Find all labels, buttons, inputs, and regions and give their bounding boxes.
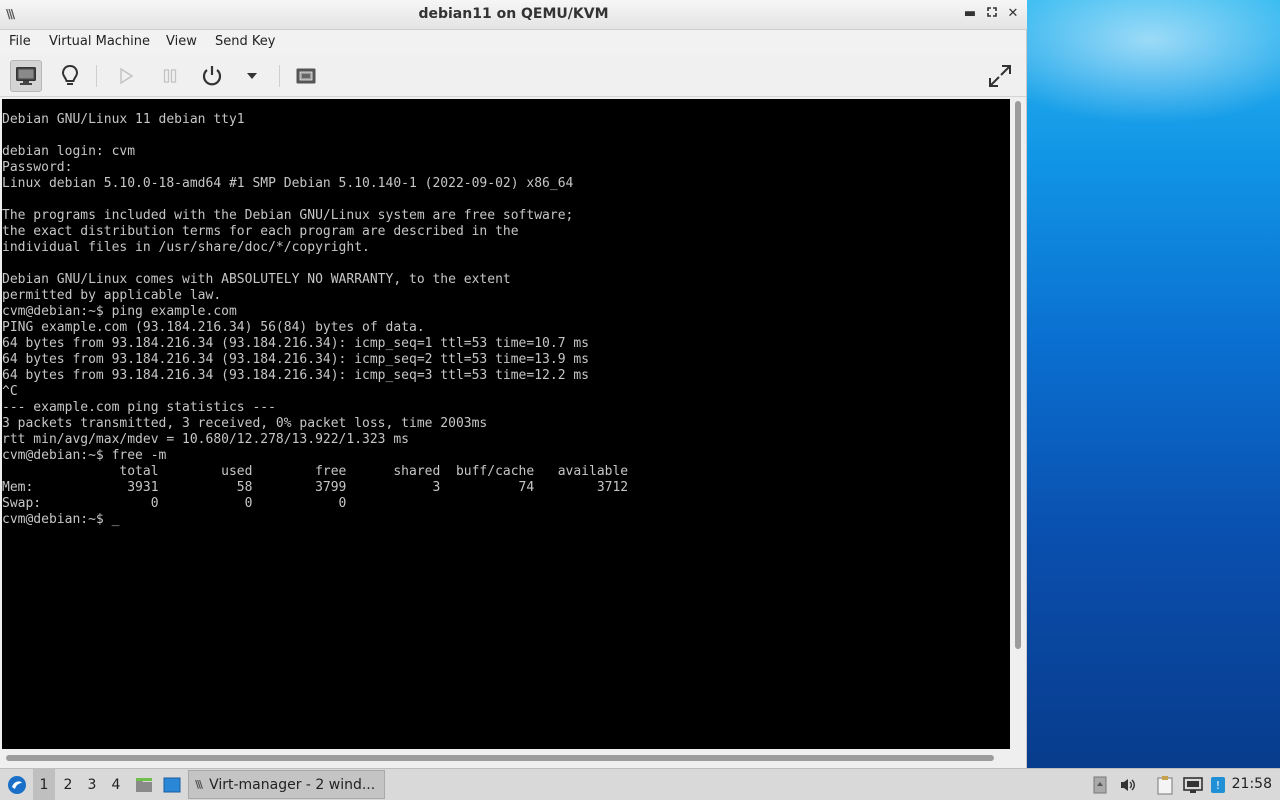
console-view-button[interactable] (10, 60, 42, 92)
menu-bar: File Virtual Machine View Send Key (0, 30, 1026, 55)
task-label: Virt-manager - 2 wind... (209, 776, 376, 793)
console-line: Password: (2, 160, 73, 175)
show-desktop-button[interactable] (161, 769, 183, 800)
console-line: 64 bytes from 93.184.216.34 (93.184.216.… (2, 368, 589, 383)
console-line: Swap: 0 0 0 (2, 496, 347, 511)
console-line: permitted by applicable law. (2, 288, 222, 303)
console-line: total used free shared buff/cache availa… (2, 464, 629, 479)
window-title: debian11 on QEMU/KVM (418, 6, 609, 22)
power-icon (202, 66, 222, 86)
horizontal-scrollbar[interactable] (2, 752, 1010, 762)
virt-manager-icon: \\\ (195, 778, 203, 791)
volume-icon[interactable] (1118, 769, 1138, 800)
workspace-2[interactable]: 2 (57, 769, 79, 800)
snapshots-button[interactable] (290, 60, 322, 92)
console-line: cvm@debian:~$ ping example.com (2, 304, 237, 319)
close-icon[interactable]: ✕ (1003, 4, 1023, 24)
title-bar[interactable]: \\\ debian11 on QEMU/KVM ▬ ✕ (0, 0, 1027, 30)
menu-view[interactable]: View (166, 34, 197, 49)
vertical-scrollbar-thumb[interactable] (1015, 101, 1021, 649)
console-line: PING example.com (93.184.216.34) 56(84) … (2, 320, 425, 335)
console-line: cvm@debian:~$ _ (2, 512, 120, 527)
horizontal-scrollbar-thumb[interactable] (6, 755, 994, 761)
console-line: The programs included with the Debian GN… (2, 208, 574, 223)
console-line: 64 bytes from 93.184.216.34 (93.184.216.… (2, 352, 589, 367)
console-line: Debian GNU/Linux comes with ABSOLUTELY N… (2, 272, 511, 287)
console-line: 64 bytes from 93.184.216.34 (93.184.216.… (2, 336, 589, 351)
pause-button[interactable] (154, 60, 186, 92)
run-button[interactable] (110, 60, 142, 92)
console-line: cvm@debian:~$ free -m (2, 448, 167, 463)
shutdown-button[interactable] (196, 60, 228, 92)
details-button[interactable] (54, 60, 86, 92)
fullscreen-button[interactable] (984, 60, 1016, 92)
console-line: Debian GNU/Linux 11 debian tty1 (2, 112, 245, 127)
file-manager-launcher[interactable] (133, 769, 155, 800)
vertical-scrollbar[interactable] (1013, 99, 1023, 749)
console-line: the exact distribution terms for each pr… (2, 224, 519, 239)
vm-console-display[interactable]: Debian GNU/Linux 11 debian tty1 debian l… (2, 99, 1010, 749)
minimize-icon[interactable]: ▬ (960, 4, 980, 24)
dropdown-arrow-icon (247, 73, 257, 79)
folder-icon (136, 777, 152, 792)
lxqt-logo-icon (8, 775, 26, 794)
console-line: debian login: cvm (2, 144, 136, 159)
tray-menu-icon[interactable] (1090, 769, 1110, 800)
console-line: --- example.com ping statistics --- (2, 400, 276, 415)
start-menu-button[interactable] (4, 769, 30, 800)
clock[interactable]: 21:58 (1232, 776, 1272, 792)
svg-text:!: ! (1216, 779, 1220, 792)
network-icon[interactable] (1182, 769, 1204, 800)
console-text: Debian GNU/Linux 11 debian tty1 debian l… (2, 99, 1010, 528)
play-icon (120, 67, 134, 85)
pause-icon (163, 69, 177, 83)
console-line: ^C (2, 384, 18, 399)
menu-file[interactable]: File (9, 34, 31, 49)
toolbar-separator (279, 65, 280, 87)
vm-window: \\\ debian11 on QEMU/KVM ▬ ✕ File Virtua… (0, 0, 1027, 768)
workspace-1[interactable]: 1 (33, 769, 55, 800)
console-line: 3 packets transmitted, 3 received, 0% pa… (2, 416, 488, 431)
shutdown-menu-button[interactable] (236, 60, 268, 92)
monitor-icon (16, 67, 36, 85)
workspace-3[interactable]: 3 (81, 769, 103, 800)
workspace-4[interactable]: 4 (105, 769, 127, 800)
toolbar (0, 55, 1026, 97)
console-line: Mem: 3931 58 3799 3 74 3712 (2, 480, 629, 495)
lightbulb-icon (61, 64, 79, 85)
clipboard-icon[interactable] (1154, 769, 1176, 800)
maximize-icon[interactable] (982, 4, 1002, 24)
menu-virtual-machine[interactable]: Virtual Machine (49, 34, 150, 49)
fullscreen-icon (989, 65, 1011, 87)
console-line: rtt min/avg/max/mdev = 10.680/12.278/13.… (2, 432, 409, 447)
menu-send-key[interactable]: Send Key (215, 34, 275, 49)
console-line: Linux debian 5.10.0-18-amd64 #1 SMP Debi… (2, 176, 574, 191)
taskbar: 1 2 3 4 \\\ Virt-manager - 2 wind... ! 2… (0, 768, 1280, 800)
console-line: individual files in /usr/share/doc/*/cop… (2, 240, 370, 255)
updates-icon[interactable]: ! (1208, 769, 1228, 800)
taskbar-task-virt-manager[interactable]: \\\ Virt-manager - 2 wind... (188, 770, 385, 799)
toolbar-separator (96, 65, 97, 87)
snapshots-icon (296, 68, 316, 84)
desktop-icon (163, 777, 181, 792)
